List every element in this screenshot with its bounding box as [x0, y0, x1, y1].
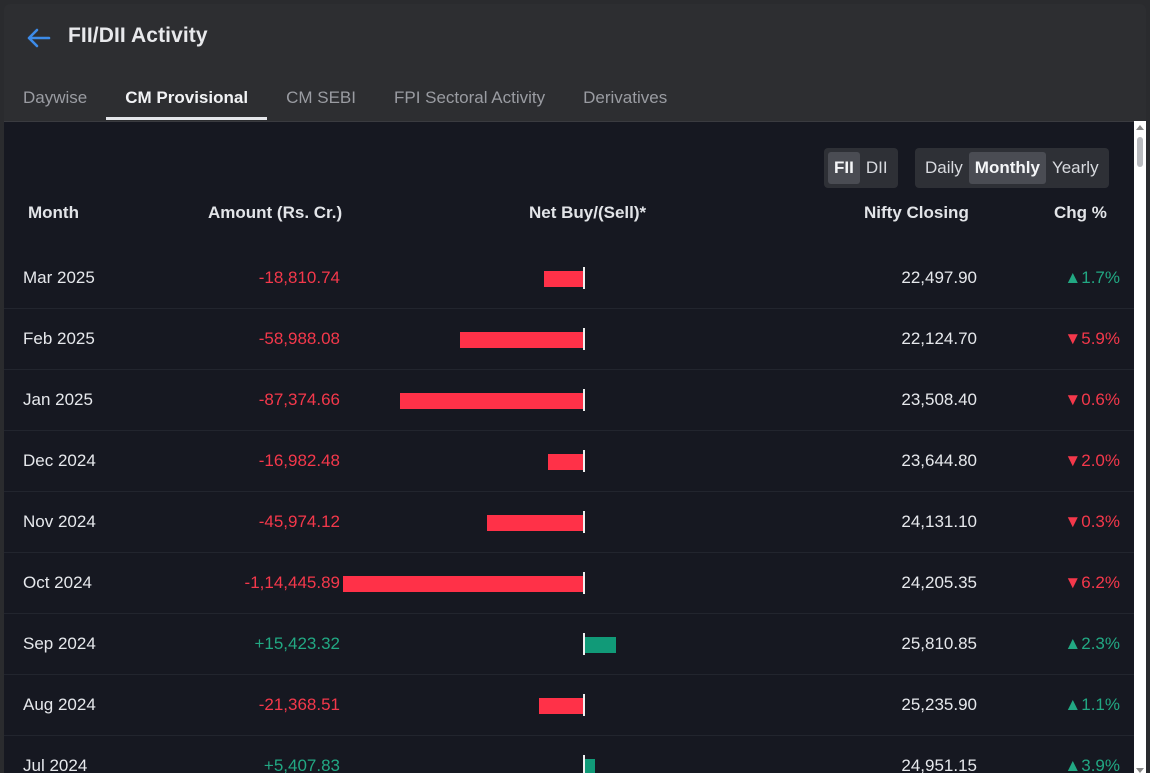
- month-cell: Oct 2024: [23, 573, 92, 592]
- zero-axis-line: [583, 694, 585, 716]
- table-row[interactable]: Feb 2025 -58,988.08 22,124.70 ▼5.9%: [4, 309, 1134, 370]
- nifty-closing-cell: 22,497.90: [901, 268, 977, 287]
- scroll-thumb[interactable]: [1137, 137, 1143, 167]
- amount-cell: -16,982.48: [258, 451, 340, 470]
- month-cell: Sep 2024: [23, 634, 96, 653]
- zero-axis-line: [583, 633, 585, 655]
- month-cell: Aug 2024: [23, 695, 96, 714]
- nifty-closing-cell: 23,508.40: [901, 390, 977, 409]
- tab-daywise[interactable]: Daywise: [4, 82, 106, 120]
- zero-axis-line: [583, 389, 585, 411]
- nifty-closing-cell: 22,124.70: [901, 329, 977, 348]
- page-title: FII/DII Activity: [68, 24, 208, 47]
- nifty-closing-cell: 24,205.35: [901, 573, 977, 592]
- net-sell-bar: [487, 515, 584, 531]
- header-amount: Amount (Rs. Cr.): [208, 203, 343, 222]
- app-window: FII/DII Activity Daywise CM Provisional …: [4, 4, 1146, 773]
- nifty-closing-cell: 25,810.85: [901, 634, 977, 653]
- month-cell: Mar 2025: [23, 268, 95, 287]
- header-net: Net Buy/(Sell)*: [529, 203, 647, 222]
- net-buy-bar: [584, 637, 616, 653]
- zero-axis-line: [583, 450, 585, 472]
- nifty-closing-cell: 25,235.90: [901, 695, 977, 714]
- change-percent-cell: ▲1.1%: [1064, 695, 1120, 714]
- month-cell: Nov 2024: [23, 512, 96, 531]
- tab-bar: Daywise CM Provisional CM SEBI FPI Secto…: [4, 82, 686, 120]
- amount-cell: -1,14,445.89: [244, 573, 340, 592]
- zero-axis-line: [583, 511, 585, 533]
- fii-toggle-button[interactable]: FII: [828, 152, 860, 184]
- scrollbar[interactable]: [1134, 121, 1146, 773]
- change-percent-cell: ▲2.3%: [1064, 634, 1120, 653]
- header-chg: Chg %: [1054, 203, 1107, 222]
- table-row[interactable]: Aug 2024 -21,368.51 25,235.90 ▲1.1%: [4, 675, 1134, 736]
- nifty-closing-cell: 24,131.10: [901, 512, 977, 531]
- amount-cell: -18,810.74: [258, 268, 340, 287]
- table-row[interactable]: Mar 2025 -18,810.74 22,497.90 ▲1.7%: [4, 248, 1134, 309]
- zero-axis-line: [583, 328, 585, 350]
- table-row[interactable]: Jul 2024 +5,407.83 24,951.15 ▲3.9%: [4, 736, 1134, 773]
- table-row[interactable]: Oct 2024 -1,14,445.89 24,205.35 ▼6.2%: [4, 553, 1134, 614]
- back-button[interactable]: [22, 24, 54, 52]
- amount-cell: -21,368.51: [258, 695, 340, 714]
- tab-cm-sebi[interactable]: CM SEBI: [267, 82, 375, 120]
- net-sell-bar: [548, 454, 584, 470]
- change-percent-cell: ▲1.7%: [1064, 268, 1120, 287]
- table-row[interactable]: Sep 2024 +15,423.32 25,810.85 ▲2.3%: [4, 614, 1134, 675]
- change-percent-cell: ▼2.0%: [1064, 451, 1120, 470]
- monthly-toggle-button[interactable]: Monthly: [968, 152, 1046, 184]
- change-percent-cell: ▼6.2%: [1064, 573, 1120, 592]
- month-cell: Dec 2024: [23, 451, 96, 470]
- header-nifty: Nifty Closing: [864, 203, 969, 222]
- table-panel: FII DII Daily Monthly Yearly Month Amoun…: [4, 121, 1134, 773]
- net-sell-bar: [544, 271, 584, 287]
- table-row[interactable]: Jan 2025 -87,374.66 23,508.40 ▼0.6%: [4, 370, 1134, 431]
- amount-cell: -87,374.66: [258, 390, 340, 409]
- zero-axis-line: [583, 572, 585, 594]
- net-sell-bar: [460, 332, 584, 348]
- nifty-closing-cell: 23,644.80: [901, 451, 977, 470]
- month-cell: Jul 2024: [23, 756, 88, 773]
- amount-cell: -58,988.08: [258, 329, 340, 348]
- period-toggle: Daily Monthly Yearly: [915, 148, 1109, 188]
- scroll-down-icon[interactable]: [1136, 768, 1144, 773]
- net-sell-bar: [400, 393, 584, 409]
- yearly-toggle-button[interactable]: Yearly: [1046, 152, 1105, 184]
- month-cell: Feb 2025: [23, 329, 95, 348]
- month-cell: Jan 2025: [23, 390, 93, 409]
- dii-toggle-button[interactable]: DII: [860, 152, 894, 184]
- amount-cell: +5,407.83: [263, 756, 340, 773]
- tab-cm-provisional[interactable]: CM Provisional: [106, 82, 267, 120]
- change-percent-cell: ▲3.9%: [1064, 756, 1120, 773]
- zero-axis-line: [583, 755, 585, 773]
- change-percent-cell: ▼0.3%: [1064, 512, 1120, 531]
- change-percent-cell: ▼5.9%: [1064, 329, 1120, 348]
- header: FII/DII Activity Daywise CM Provisional …: [4, 4, 1146, 120]
- tab-fpi-sectoral[interactable]: FPI Sectoral Activity: [375, 82, 564, 120]
- scroll-up-icon[interactable]: [1136, 125, 1144, 130]
- table-row[interactable]: Dec 2024 -16,982.48 23,644.80 ▼2.0%: [4, 431, 1134, 492]
- net-sell-bar: [343, 576, 584, 592]
- amount-cell: -45,974.12: [258, 512, 340, 531]
- zero-axis-line: [583, 267, 585, 289]
- arrow-left-icon: [27, 28, 51, 48]
- amount-cell: +15,423.32: [254, 634, 340, 653]
- net-buy-bar: [584, 759, 595, 773]
- daily-toggle-button[interactable]: Daily: [919, 152, 969, 184]
- investor-toggle: FII DII: [824, 148, 898, 188]
- change-percent-cell: ▼0.6%: [1064, 390, 1120, 409]
- net-sell-bar: [539, 698, 584, 714]
- tab-derivatives[interactable]: Derivatives: [564, 82, 686, 120]
- nifty-closing-cell: 24,951.15: [901, 756, 977, 773]
- header-month: Month: [28, 203, 79, 222]
- table-row[interactable]: Nov 2024 -45,974.12 24,131.10 ▼0.3%: [4, 492, 1134, 553]
